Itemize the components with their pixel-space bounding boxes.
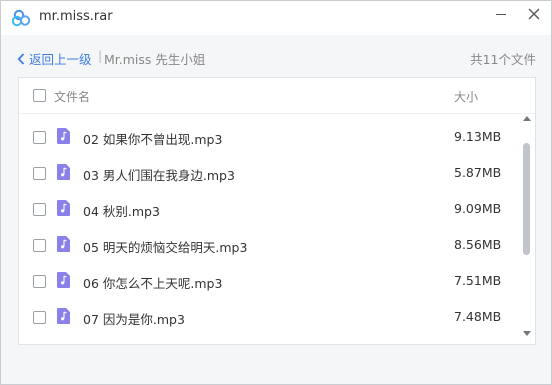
row-checkbox[interactable]	[33, 275, 46, 288]
file-size: 5.87MB	[454, 165, 502, 180]
scrollbar-thumb[interactable]	[523, 143, 530, 255]
list-item[interactable]: 02 如果你不曾出现.mp3 9.13MB	[19, 119, 521, 155]
file-name: 02 如果你不曾出现.mp3	[83, 132, 223, 147]
minimize-button[interactable]	[490, 5, 512, 25]
file-name: 06 你怎么不上天呢.mp3	[83, 276, 223, 291]
file-size: 9.09MB	[454, 201, 502, 216]
audio-file-icon	[57, 272, 70, 288]
scroll-up-icon[interactable]	[523, 116, 531, 121]
file-count: 共11个文件	[470, 52, 536, 67]
baidu-netdisk-logo-icon	[12, 9, 31, 27]
row-checkbox[interactable]	[33, 311, 46, 324]
list-item[interactable]: 07 因为是你.mp3 7.48MB	[19, 299, 521, 335]
row-checkbox[interactable]	[33, 203, 46, 216]
row-checkbox[interactable]	[33, 239, 46, 252]
file-name: 05 明天的烦恼交给明天.mp3	[83, 240, 248, 255]
audio-file-icon	[57, 164, 70, 180]
file-name: 04 秋别.mp3	[83, 204, 160, 219]
list-item[interactable]: 06 你怎么不上天呢.mp3 7.51MB	[19, 263, 521, 299]
file-list-panel: 文件名 大小 02 如果你不曾出现.mp3 9.13MB 03 男人们围在我身边…	[18, 77, 536, 345]
file-name: 03 男人们围在我身边.mp3	[83, 168, 235, 183]
audio-file-icon	[57, 128, 70, 144]
file-size: 8.56MB	[454, 237, 502, 252]
scroll-down-icon[interactable]	[523, 331, 531, 336]
audio-file-icon	[57, 308, 70, 324]
list-item[interactable]: 03 男人们围在我身边.mp3 5.87MB	[19, 155, 521, 191]
select-all-checkbox[interactable]	[33, 89, 46, 102]
list-item[interactable]: 04 秋别.mp3 9.09MB	[19, 191, 521, 227]
file-list-header: 文件名 大小	[19, 78, 535, 114]
window-title: mr.miss.rar	[39, 9, 113, 24]
back-button[interactable]: 返回上一级	[17, 49, 92, 68]
breadcrumb: Mr.miss 先生小姐	[104, 52, 206, 67]
close-icon[interactable]	[523, 3, 545, 25]
file-size: 7.48MB	[454, 309, 502, 324]
column-header-name: 文件名	[54, 90, 91, 104]
chevron-left-icon	[17, 52, 25, 65]
back-label: 返回上一级	[29, 52, 92, 67]
vertical-scrollbar[interactable]	[520, 116, 534, 342]
row-checkbox[interactable]	[33, 131, 46, 144]
path-bar: 返回上一级 | Mr.miss 先生小姐 共11个文件	[1, 35, 551, 77]
list-item[interactable]: 05 明天的烦恼交给明天.mp3 8.56MB	[19, 227, 521, 263]
file-size: 7.51MB	[454, 273, 502, 288]
breadcrumb-separator: |	[98, 48, 103, 63]
file-name: 07 因为是你.mp3	[83, 312, 185, 327]
row-checkbox[interactable]	[33, 167, 46, 180]
file-size: 9.13MB	[454, 129, 502, 144]
title-bar: mr.miss.rar	[1, 1, 551, 35]
audio-file-icon	[57, 236, 70, 252]
column-header-size: 大小	[454, 90, 479, 104]
archive-window: mr.miss.rar 返回上一级 | Mr.miss 先生小姐 共11个文件 …	[0, 0, 552, 385]
audio-file-icon	[57, 200, 70, 216]
